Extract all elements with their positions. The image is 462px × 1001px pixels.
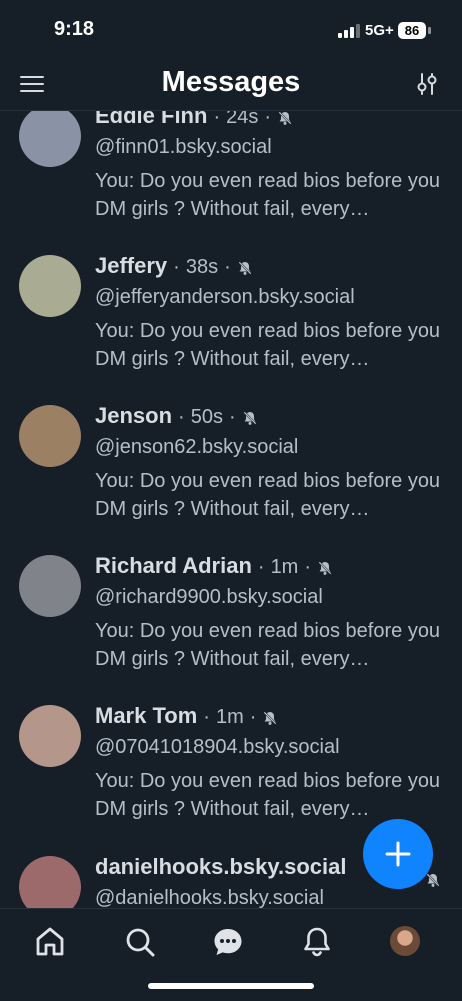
conversation-header: Jenson · 50s · (95, 403, 258, 429)
avatar (19, 110, 81, 167)
status-bar: 9:18 5G+ 86 (0, 0, 462, 60)
separator: · (249, 706, 257, 728)
separator: · (213, 110, 221, 128)
message-preview: You: Do you even read bios before you DM… (95, 470, 441, 520)
conversation-row[interactable]: Jenson · 50s · @jenson62.bsky.social You… (0, 403, 462, 555)
muted-bell-icon (237, 261, 252, 275)
search-icon[interactable] (123, 925, 157, 959)
separator: · (257, 556, 265, 578)
contact-handle: @07041018904.bsky.social (95, 736, 340, 758)
muted-bell-icon (426, 873, 440, 887)
conversation-list: Eddie Finn · 24s · @finn01.bsky.social Y… (0, 110, 462, 908)
message-preview: You: Do you even read bios before you DM… (95, 620, 441, 670)
signal-icon (338, 24, 360, 38)
muted-bell-icon (278, 111, 292, 125)
network-label: 5G+ (365, 22, 394, 39)
contact-handle: @danielhooks.bsky.social (95, 887, 324, 908)
battery-icon: 86 (398, 22, 426, 39)
conversation-header: Jeffery · 38s · (95, 253, 253, 279)
chat-bubble-icon[interactable] (211, 925, 245, 959)
message-preview: You: Do you even read bios before you DM… (95, 170, 441, 220)
conversation-header: Mark Tom · 1m · (95, 703, 278, 729)
separator: · (203, 706, 210, 728)
conversation-header: Richard Adrian · 1m · (95, 553, 333, 579)
muted-bell-icon (263, 711, 278, 725)
conversation-row[interactable]: Jeffery · 38s · @jefferyanderson.bsky.so… (0, 253, 462, 405)
conversation-row[interactable]: Richard Adrian · 1m · @richard9900.bsky.… (0, 553, 462, 705)
message-preview: You: Do you even read bios before you DM… (95, 320, 441, 370)
contact-handle: @jefferyanderson.bsky.social (95, 286, 355, 308)
contact-handle: @jenson62.bsky.social (95, 436, 299, 458)
contact-name: Jenson (95, 403, 173, 428)
muted-bell-icon (318, 561, 332, 575)
contact-name: Eddie Finn (95, 110, 208, 128)
separator: · (224, 256, 231, 278)
avatar (19, 405, 81, 467)
avatar (19, 705, 81, 767)
new-message-button[interactable] (363, 819, 433, 889)
message-time: 1m (270, 556, 299, 578)
conversation-header: danielhooks.bsky.social (95, 854, 346, 880)
contact-handle: @richard9900.bsky.social (95, 586, 323, 608)
conversation-header: Eddie Finn · 24s · (95, 110, 293, 129)
contact-name: Richard Adrian (95, 553, 252, 578)
avatar (19, 555, 81, 617)
contact-name: Mark Tom (95, 703, 198, 728)
separator: · (264, 110, 272, 128)
page-title: Messages (161, 66, 301, 98)
avatar (19, 255, 81, 317)
message-time: 24s (226, 110, 259, 128)
app-header: Messages (0, 60, 462, 111)
avatar (19, 856, 81, 908)
contact-name: Jeffery (95, 253, 168, 278)
separator: · (228, 406, 236, 428)
profile-avatar[interactable] (390, 926, 420, 956)
sliders-icon[interactable] (414, 71, 440, 97)
message-time: 1m (215, 706, 244, 728)
separator: · (173, 256, 180, 278)
message-time: 38s (185, 256, 219, 278)
status-time: 9:18 (54, 18, 95, 40)
contact-handle: @finn01.bsky.social (95, 136, 272, 158)
message-time: 50s (190, 406, 223, 428)
separator: · (178, 406, 185, 428)
contact-name: danielhooks.bsky.social (95, 854, 347, 879)
home-icon[interactable] (33, 925, 67, 959)
plus-icon (385, 841, 411, 867)
battery-cap (428, 27, 431, 34)
bell-icon[interactable] (300, 925, 334, 959)
message-preview: You: Do you even read bios before you DM… (95, 770, 441, 820)
home-indicator (148, 983, 314, 989)
separator: · (304, 556, 312, 578)
conversation-row[interactable]: Eddie Finn · 24s · @finn01.bsky.social Y… (0, 110, 462, 255)
muted-bell-icon (242, 411, 257, 425)
